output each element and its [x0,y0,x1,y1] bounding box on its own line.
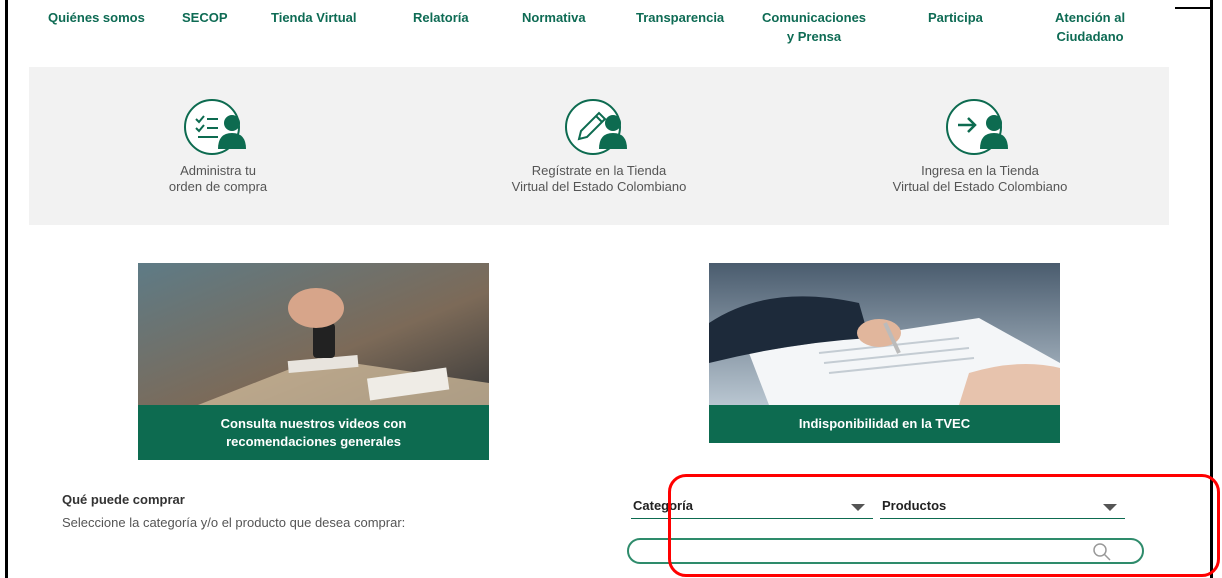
nav-relatoria[interactable]: Relatoría [413,8,469,27]
chevron-down-icon [851,504,865,511]
nav-atencion-ciudadano[interactable]: Atención al Ciudadano [1055,8,1125,46]
quick-access-orden-compra[interactable]: Administra tu orden de compra [88,97,348,195]
quick-access-label: Regístrate en la Tienda Virtual del Estad… [511,163,687,194]
card-videos-image [138,263,489,405]
window-border-right [1210,0,1213,578]
products-select-label: Productos [882,498,947,513]
nav-label: Participa [928,10,983,25]
product-search-box[interactable] [627,538,1144,564]
chevron-down-icon [1103,504,1117,511]
nav-label: Normativa [522,10,586,25]
nav-label: Tienda Virtual [271,10,357,25]
nav-transparencia[interactable]: Transparencia [636,8,724,27]
quick-access-ingreso[interactable]: Ingresa en la Tienda Virtual del Estado C… [850,97,1110,195]
product-search-input[interactable] [643,542,1087,562]
card-indisponibilidad[interactable]: Indisponibilidad en la TVEC [709,263,1060,443]
nav-label: Relatoría [413,10,469,25]
card-caption: Consulta nuestros videos con recomendacio… [138,405,489,460]
nav-label-line2: Ciudadano [1056,29,1124,44]
buy-title: Qué puede comprar [62,492,185,507]
nav-participa[interactable]: Participa [928,8,983,27]
nav-label: Quiénes somos [48,10,145,25]
nav-secop[interactable]: SECOP [182,8,228,27]
nav-label: Comunicaciones [762,10,867,25]
nav-label: Transparencia [636,10,725,25]
login-user-icon [946,99,1008,155]
products-select[interactable]: Productos [880,496,1125,519]
search-icon[interactable] [1092,542,1112,562]
quick-access-registro[interactable]: Regístrate en la Tienda Virtual del Estad… [469,97,729,195]
edit-user-icon [565,99,627,155]
nav-label: SECOP [182,10,228,25]
quick-access-panel: Administra tu orden de compra Regístrate … [29,67,1169,225]
nav-quienes-somos[interactable]: Quiénes somos [48,8,145,27]
nav-tienda-virtual[interactable]: Tienda Virtual [271,8,357,27]
card-indisponibilidad-image [709,263,1060,405]
nav-label: Atención al [1055,10,1126,25]
card-caption: Indisponibilidad en la TVEC [709,405,1060,443]
quick-access-label: Ingresa en la Tienda Virtual del Estado C… [892,163,1068,194]
nav-label-line2: y Prensa [786,29,842,44]
category-select-label: Categoría [633,498,693,513]
card-videos[interactable]: Consulta nuestros videos con recomendacio… [138,263,489,460]
category-select[interactable]: Categoría [631,496,873,519]
buy-subtitle: Seleccione la categoría y/o el producto … [62,515,406,530]
nav-comunicaciones[interactable]: Comunicaciones y Prensa [762,8,866,46]
checklist-user-icon [184,99,246,155]
nav-normativa[interactable]: Normativa [522,8,586,27]
main-nav: Quiénes somos SECOP Tienda Virtual Relat… [0,0,1222,60]
window-border-left [5,0,8,578]
quick-access-label: Administra tu orden de compra [168,163,268,194]
